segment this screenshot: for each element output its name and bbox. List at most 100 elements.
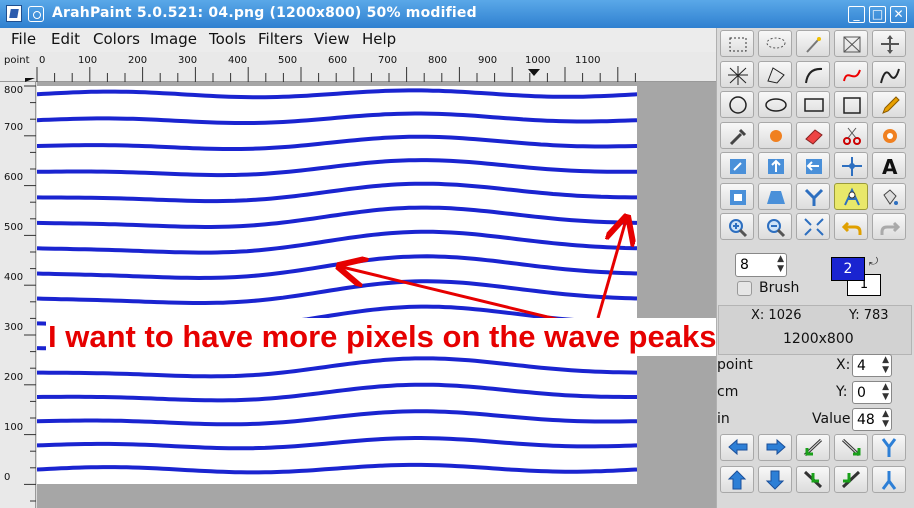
ruler-top: point 0 100 200 300 400 500 600 700 800 … xyxy=(0,52,716,82)
wave-line xyxy=(37,409,637,427)
tool-button-rect-select[interactable] xyxy=(720,30,754,57)
tool-button-undo[interactable] xyxy=(834,213,868,240)
menu-help[interactable]: Help xyxy=(362,30,396,48)
tool-button-eraser[interactable] xyxy=(796,121,830,149)
tool-button-move[interactable] xyxy=(872,30,906,57)
lasso-icon xyxy=(766,37,786,49)
tool-button-flip-vertical[interactable] xyxy=(758,152,792,179)
star-line-icon xyxy=(728,65,748,85)
wave-line xyxy=(37,111,637,125)
value-input[interactable]: 48 ▲ ▼ xyxy=(852,408,892,431)
foreground-color-swatch[interactable]: 2 xyxy=(831,257,865,281)
cursor-x: X: 1026 xyxy=(751,308,802,323)
tool-button-circle[interactable] xyxy=(720,91,754,118)
menu-edit[interactable]: Edit xyxy=(51,30,80,48)
wave-line xyxy=(37,229,637,255)
tool-button-scissors[interactable] xyxy=(834,121,868,149)
tool-button-redo[interactable] xyxy=(872,213,906,240)
ruler-ticks xyxy=(24,85,36,502)
close-button[interactable]: ✕ xyxy=(890,6,907,23)
unit-point-label[interactable]: point xyxy=(717,357,753,373)
menu-file[interactable]: File xyxy=(11,30,36,48)
tool-button-rounded-rect[interactable] xyxy=(834,91,868,118)
image-size: 1200x800 xyxy=(783,331,854,347)
tool-button-star-line[interactable] xyxy=(720,60,754,88)
rect-select-icon xyxy=(729,37,747,52)
color-replace-icon xyxy=(883,128,897,143)
shift-down-left-button[interactable] xyxy=(796,466,830,493)
tool-button-zoom-out[interactable] xyxy=(758,213,792,240)
flip-horizontal-icon xyxy=(806,159,822,174)
tool-button-spline[interactable] xyxy=(872,60,906,88)
image-canvas[interactable] xyxy=(37,86,637,484)
pencil-icon xyxy=(882,96,900,114)
ruler-left: 800 700 600 500 400 300 200 100 0 xyxy=(0,82,36,508)
undo-icon xyxy=(841,221,862,235)
menu-image[interactable]: Image xyxy=(150,30,197,48)
tool-button-perspective[interactable] xyxy=(758,182,792,210)
move-right-button[interactable] xyxy=(758,434,792,461)
menu-tools[interactable]: Tools xyxy=(209,30,246,48)
title-bar: ArahPaint 5.0.521: 04.png (1200x800) 50%… xyxy=(0,0,914,28)
wave-line xyxy=(37,205,637,229)
tool-button-fill[interactable] xyxy=(758,121,792,149)
shift-down-right-button[interactable] xyxy=(834,466,868,493)
move-up-button[interactable] xyxy=(720,466,754,493)
move-left-button[interactable] xyxy=(720,434,754,461)
tool-button-rectangle[interactable] xyxy=(796,91,830,118)
tool-button-lasso[interactable] xyxy=(758,30,792,57)
swap-colors-icon[interactable]: ⤾ xyxy=(869,255,878,269)
system-menu-icon[interactable] xyxy=(28,6,44,22)
curve-icon xyxy=(805,67,823,83)
tool-button-crop[interactable] xyxy=(834,30,868,57)
tool-button-center[interactable] xyxy=(834,152,868,179)
brush-size-input[interactable]: 8 ▲ ▼ xyxy=(735,253,787,277)
menu-view[interactable]: View xyxy=(314,30,350,48)
tool-button-bezier[interactable] xyxy=(834,60,868,88)
tool-button-ellipse[interactable] xyxy=(758,91,792,118)
y-input[interactable]: 0 ▲ ▼ xyxy=(852,381,892,404)
fit-icon xyxy=(804,218,824,236)
move-down-button[interactable] xyxy=(758,466,792,493)
rotate-icon xyxy=(730,159,746,174)
tool-button-magic-wand[interactable] xyxy=(796,30,830,57)
brush-checkbox[interactable] xyxy=(737,281,752,296)
menu-colors[interactable]: Colors xyxy=(93,30,140,48)
window-title: ArahPaint 5.0.521: 04.png (1200x800) 50%… xyxy=(52,5,477,21)
merge-up-button[interactable] xyxy=(872,434,906,461)
warp-icon xyxy=(844,187,860,205)
wave-line xyxy=(37,462,637,475)
ellipse-icon xyxy=(765,98,787,112)
svg-text:A: A xyxy=(882,156,898,177)
shift-diagonal-down-button[interactable] xyxy=(834,434,868,461)
zoom-out-icon xyxy=(767,219,786,238)
wave-line xyxy=(37,382,637,403)
x-input[interactable]: 4 ▲ ▼ xyxy=(852,354,892,377)
tool-button-bucket[interactable] xyxy=(872,182,906,210)
eraser-icon xyxy=(805,128,823,145)
workspace[interactable] xyxy=(37,82,716,508)
tool-button-polygon-select[interactable] xyxy=(758,60,792,88)
tool-button-color-replace[interactable] xyxy=(872,121,906,149)
maximize-button[interactable]: □ xyxy=(869,6,886,23)
x-label: X: xyxy=(836,357,851,373)
tool-button-rotate[interactable] xyxy=(720,152,754,179)
tool-button-warp[interactable] xyxy=(834,182,868,210)
value-label: Value xyxy=(812,411,851,427)
tool-button-pencil[interactable] xyxy=(872,91,906,118)
unit-in-label[interactable]: in xyxy=(717,411,730,427)
minimize-button[interactable]: _ xyxy=(848,6,865,23)
bucket-icon xyxy=(883,188,898,205)
tool-button-zoom-in[interactable] xyxy=(720,213,754,240)
tool-button-eyedropper[interactable] xyxy=(720,121,754,149)
shift-diagonal-up-button[interactable] xyxy=(796,434,830,461)
tool-button-fit[interactable] xyxy=(796,213,830,240)
menu-filters[interactable]: Filters xyxy=(258,30,303,48)
split-down-button[interactable] xyxy=(872,466,906,493)
tool-button-curve[interactable] xyxy=(796,60,830,88)
tool-button-transform[interactable] xyxy=(720,182,754,210)
tool-button-symmetry[interactable] xyxy=(796,182,830,210)
unit-cm-label[interactable]: cm xyxy=(717,384,738,400)
tool-button-flip-horizontal[interactable] xyxy=(796,152,830,179)
tool-button-text[interactable]: A xyxy=(872,152,906,179)
